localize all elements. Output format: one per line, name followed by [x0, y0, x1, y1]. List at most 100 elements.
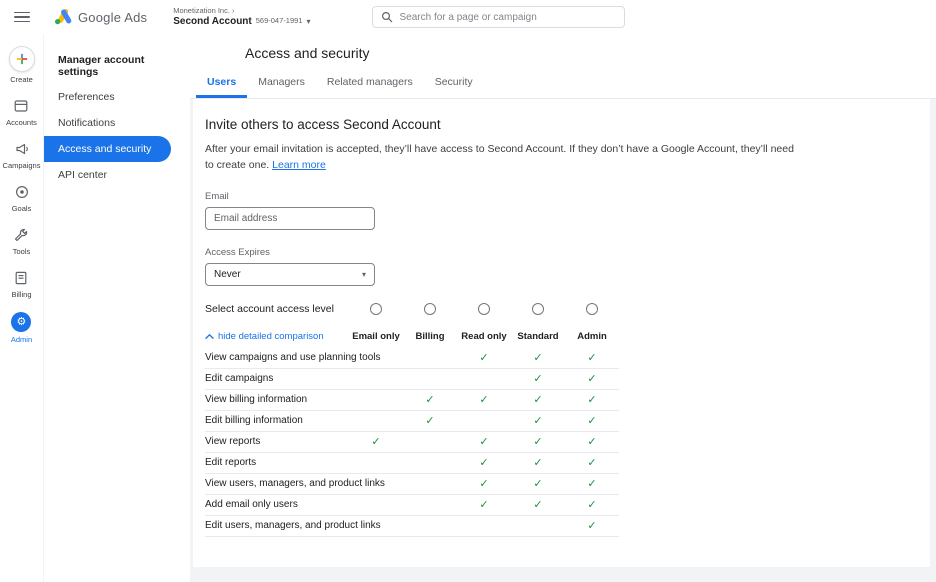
check-icon: ✓	[511, 372, 565, 385]
access-level-column-label: Standard	[517, 331, 558, 342]
check-icon: ✓	[511, 414, 565, 427]
check-icon: ✓	[511, 351, 565, 364]
gear-icon: ⚙	[11, 312, 31, 332]
invite-card: Invite others to access Second Account A…	[193, 99, 930, 567]
access-level-radio[interactable]	[370, 303, 382, 315]
permission-row: Edit campaigns✓✓	[205, 369, 619, 390]
check-icon: ✓	[565, 351, 619, 364]
permission-label: View billing information	[205, 394, 349, 405]
search-icon	[381, 11, 393, 23]
check-icon: ✓	[565, 477, 619, 490]
access-level-column-label: Billing	[415, 331, 444, 342]
email-label: Email	[205, 191, 914, 202]
access-level-header: Select account access level hide detaile…	[205, 302, 914, 344]
permission-label: Edit users, managers, and product links	[205, 520, 349, 531]
access-level-column-label: Admin	[577, 331, 607, 342]
permission-row: View billing information✓✓✓✓	[205, 390, 619, 411]
check-icon: ✓	[457, 477, 511, 490]
main-area: Access and security Users Managers Relat…	[190, 34, 936, 582]
learn-more-link[interactable]: Learn more	[272, 159, 326, 171]
check-icon: ✓	[403, 393, 457, 406]
check-icon: ✓	[511, 393, 565, 406]
google-ads-logo[interactable]: Google Ads	[54, 9, 147, 25]
sidebar-item-api-center[interactable]: API center	[44, 162, 190, 188]
access-level-radio[interactable]	[532, 303, 544, 315]
nav-accounts[interactable]: Accounts	[6, 97, 37, 127]
search-input[interactable]	[399, 12, 616, 23]
nav-label: Accounts	[6, 118, 37, 127]
tab-related-managers[interactable]: Related managers	[316, 70, 424, 98]
email-field[interactable]	[205, 207, 375, 230]
permission-label: Edit reports	[205, 457, 349, 468]
access-level-radio[interactable]	[586, 303, 598, 315]
page-title: Access and security	[190, 34, 936, 70]
check-icon: ✓	[511, 456, 565, 469]
app-window: Google Ads Monetization Inc. › Second Ac…	[0, 0, 936, 582]
check-icon: ✓	[457, 435, 511, 448]
nav-tools[interactable]: Tools	[13, 226, 31, 256]
billing-icon	[13, 269, 29, 287]
sidebar-item-preferences[interactable]: Preferences	[44, 84, 190, 110]
permission-row: Edit billing information✓✓✓	[205, 411, 619, 432]
check-icon: ✓	[457, 393, 511, 406]
check-icon: ✓	[457, 456, 511, 469]
account-name: Second Account	[173, 16, 252, 28]
access-level-radio[interactable]	[424, 303, 436, 315]
check-icon: ✓	[511, 477, 565, 490]
tab-users[interactable]: Users	[196, 70, 247, 98]
goals-icon	[14, 183, 30, 201]
menu-icon[interactable]	[14, 12, 30, 23]
access-expires-label: Access Expires	[205, 247, 914, 258]
plus-icon	[9, 46, 35, 72]
nav-label: Goals	[12, 204, 32, 213]
account-picker[interactable]: Monetization Inc. › Second Account 569-0…	[173, 7, 310, 27]
nav-create[interactable]: Create	[9, 46, 35, 84]
nav-label: Tools	[13, 247, 31, 256]
check-icon: ✓	[565, 393, 619, 406]
access-level-column-label: Email only	[352, 331, 400, 342]
tab-security[interactable]: Security	[424, 70, 484, 98]
check-icon: ✓	[457, 498, 511, 511]
hide-comparison-label: hide detailed comparison	[218, 331, 324, 342]
check-icon: ✓	[565, 498, 619, 511]
sidebar-item-notifications[interactable]: Notifications	[44, 110, 190, 136]
access-expires-value: Never	[214, 269, 241, 280]
nav-label: Billing	[11, 290, 31, 299]
access-level-column-label: Read only	[461, 331, 506, 342]
permission-row: View reports✓✓✓✓	[205, 432, 619, 453]
nav-rail: Create Accounts Campaign	[0, 34, 44, 582]
access-expires-select[interactable]: Never ▾	[205, 263, 375, 286]
check-icon: ✓	[511, 435, 565, 448]
chevron-up-icon	[205, 333, 214, 340]
invite-description: After your email invitation is accepted,…	[205, 142, 805, 174]
permission-row: Edit users, managers, and product links✓	[205, 516, 619, 537]
permission-label: View reports	[205, 436, 349, 447]
check-icon: ✓	[565, 456, 619, 469]
sidebar: Manager account settings Preferences Not…	[44, 34, 190, 582]
nav-billing[interactable]: Billing	[11, 269, 31, 299]
access-level-radio[interactable]	[478, 303, 490, 315]
access-level-column: Email only	[349, 302, 403, 344]
chevron-down-icon: ▾	[306, 17, 310, 26]
check-icon: ✓	[403, 414, 457, 427]
check-icon: ✓	[349, 435, 403, 448]
tab-managers[interactable]: Managers	[247, 70, 316, 98]
nav-admin[interactable]: ⚙ Admin	[11, 312, 32, 344]
check-icon: ✓	[565, 435, 619, 448]
sidebar-item-access-and-security[interactable]: Access and security	[44, 136, 171, 162]
content-area: Invite others to access Second Account A…	[190, 99, 936, 582]
account-id: 569-047-1991	[256, 17, 303, 26]
check-icon: ✓	[565, 414, 619, 427]
check-icon: ✓	[457, 351, 511, 364]
permission-label: Add email only users	[205, 499, 349, 510]
accounts-icon	[13, 97, 29, 115]
permission-row: View campaigns and use planning tools✓✓✓	[205, 348, 619, 369]
hide-comparison-link[interactable]: hide detailed comparison	[205, 331, 349, 342]
nav-campaigns[interactable]: Campaigns	[3, 140, 41, 170]
search-bar[interactable]	[372, 6, 625, 28]
access-level-column: Admin	[565, 302, 619, 344]
check-icon: ✓	[565, 372, 619, 385]
nav-goals[interactable]: Goals	[12, 183, 32, 213]
sidebar-title: Manager account settings	[44, 48, 190, 84]
permissions-table: View campaigns and use planning tools✓✓✓…	[205, 348, 619, 537]
